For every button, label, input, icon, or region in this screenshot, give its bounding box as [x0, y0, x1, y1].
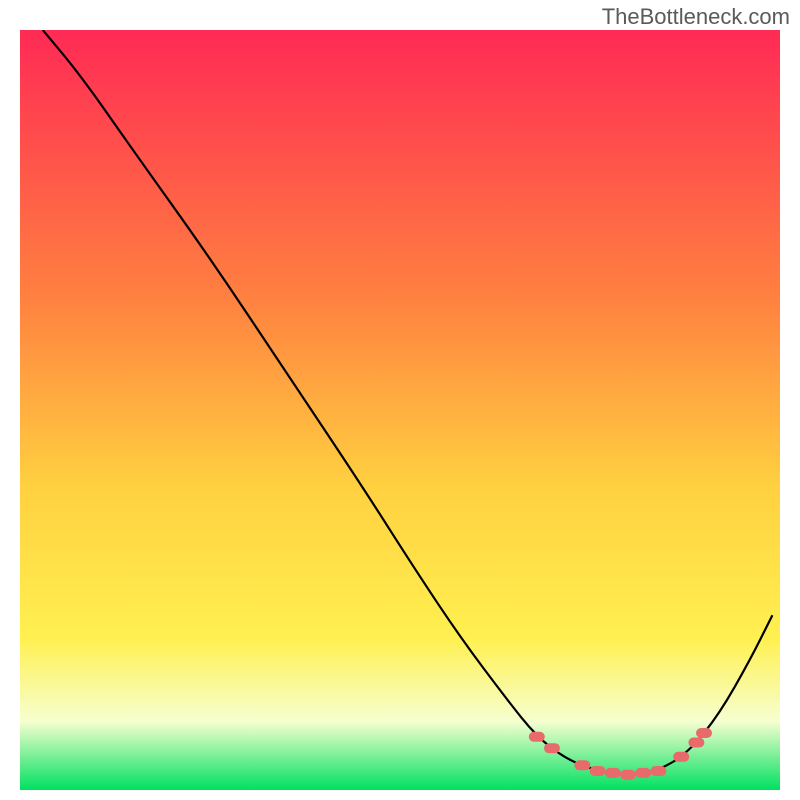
optimal-marker [574, 760, 590, 770]
optimal-marker [605, 768, 621, 778]
optimal-marker [620, 770, 636, 780]
optimal-marker [696, 728, 712, 738]
optimal-marker [590, 766, 606, 776]
optimal-marker [673, 752, 689, 762]
optimal-marker [544, 743, 560, 753]
gradient-background [20, 30, 780, 790]
watermark-text: TheBottleneck.com [602, 4, 790, 30]
optimal-marker [688, 738, 704, 748]
chart-frame: TheBottleneck.com [0, 0, 800, 800]
optimal-marker [635, 768, 651, 778]
bottleneck-chart [20, 30, 780, 790]
optimal-marker [650, 766, 666, 776]
optimal-marker [529, 732, 545, 742]
